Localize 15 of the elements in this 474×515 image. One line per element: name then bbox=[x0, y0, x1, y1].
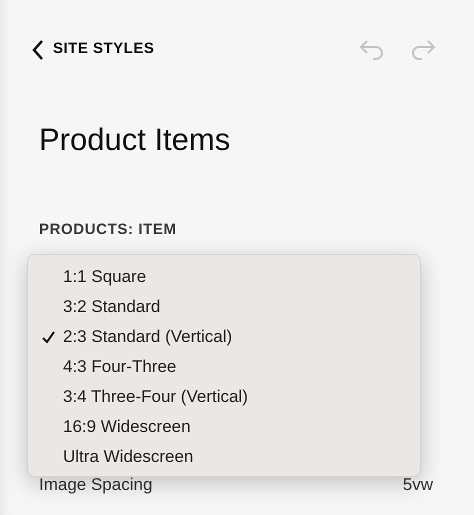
redo-icon[interactable] bbox=[410, 38, 436, 60]
menu-option[interactable]: 4:3 Four-Three bbox=[28, 352, 420, 382]
page-title: Product Items bbox=[39, 121, 232, 159]
setting-value: 5vw bbox=[402, 474, 433, 496]
menu-option[interactable]: Ultra Widescreen bbox=[28, 442, 420, 472]
back-button[interactable]: SITE STYLES bbox=[31, 38, 154, 61]
section-label: PRODUCTS: ITEM bbox=[39, 220, 178, 240]
chevron-left-icon bbox=[31, 38, 45, 60]
menu-option[interactable]: 3:2 Standard bbox=[28, 292, 420, 322]
menu-option[interactable]: 2:3 Standard (Vertical) bbox=[28, 322, 420, 352]
menu-option[interactable]: 3:4 Three-Four (Vertical) bbox=[28, 382, 420, 412]
menu-option[interactable]: 1:1 Square bbox=[28, 262, 420, 292]
undo-icon[interactable] bbox=[359, 38, 385, 60]
setting-label: Image Spacing bbox=[39, 474, 152, 496]
menu-option[interactable]: 16:9 Widescreen bbox=[28, 412, 420, 442]
